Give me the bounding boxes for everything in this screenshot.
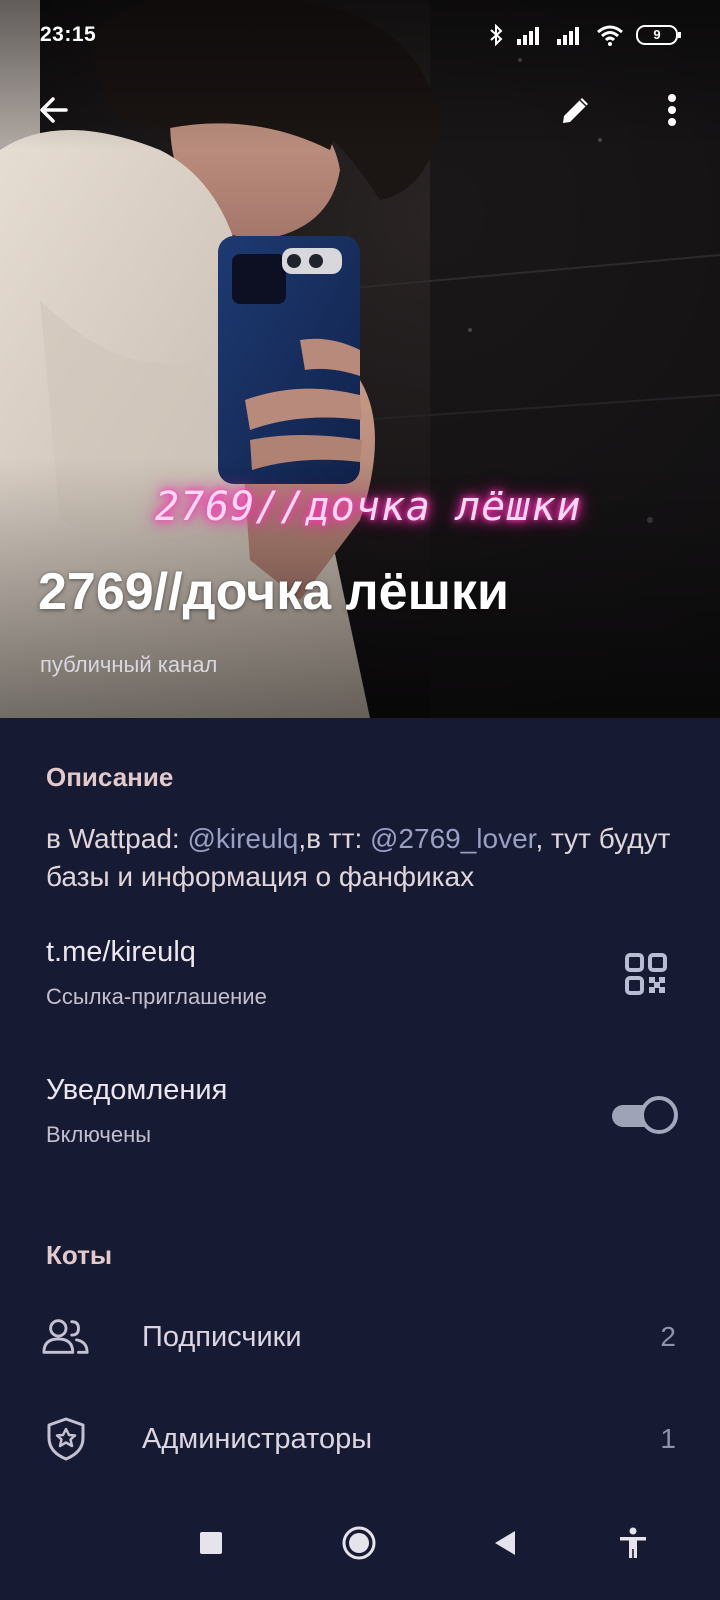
channel-description: в Wattpad: @kireulq,в тт: @2769_lover, т… xyxy=(46,820,686,896)
more-options-button[interactable] xyxy=(648,88,696,136)
pencil-icon xyxy=(559,93,593,132)
bluetooth-icon xyxy=(488,24,504,46)
signal-icon xyxy=(556,25,584,45)
notifications-toggle[interactable] xyxy=(610,1096,678,1136)
channel-header-photo[interactable]: 23:15 9 2769//дочка лёшки 2769//дочка лё… xyxy=(0,0,720,718)
battery-icon: 9 xyxy=(636,24,682,46)
home-circle-icon xyxy=(341,1525,377,1566)
status-time: 23:15 xyxy=(40,23,97,46)
status-bar: 23:15 9 xyxy=(0,0,720,70)
subscribers-count: 2 xyxy=(660,1321,676,1352)
home-button[interactable] xyxy=(334,1520,384,1570)
status-icons: 9 xyxy=(488,24,682,46)
invite-link[interactable]: t.me/kireulq xyxy=(46,936,196,969)
people-icon xyxy=(42,1313,90,1361)
notifications-status: Включены xyxy=(46,1122,152,1147)
admin-shield-icon xyxy=(42,1415,90,1463)
qr-code-icon xyxy=(624,953,668,1000)
administrators-label: Администраторы xyxy=(142,1422,373,1455)
toggle-knob xyxy=(640,1096,678,1134)
notifications-label: Уведомления xyxy=(46,1074,228,1106)
more-vertical-icon xyxy=(666,92,678,133)
channel-title: 2769//дочка лёшки xyxy=(38,563,509,621)
battery-level: 9 xyxy=(653,27,661,42)
channel-info-panel: Описание в Wattpad: @kireulq,в тт: @2769… xyxy=(0,718,720,1600)
administrators-count: 1 xyxy=(660,1423,676,1454)
system-navigation-bar xyxy=(0,1490,720,1600)
mention-link[interactable]: @kireulq xyxy=(187,823,298,854)
edit-button[interactable] xyxy=(552,88,600,136)
invite-link-caption: Ссылка-приглашение xyxy=(46,984,267,1009)
back-button[interactable] xyxy=(30,88,78,136)
description-text: в Wattpad: xyxy=(46,823,188,854)
subscribers-row[interactable]: Подписчики 2 xyxy=(0,1292,720,1382)
recents-button[interactable] xyxy=(186,1520,236,1570)
image-caption-text: 2769//дочка лёшки xyxy=(155,484,582,530)
accessibility-button[interactable] xyxy=(608,1520,658,1570)
qr-code-button[interactable] xyxy=(624,952,668,996)
description-text: ,в тт: xyxy=(298,823,370,854)
wifi-icon xyxy=(596,24,624,46)
members-heading: Коты xyxy=(46,1240,113,1270)
administrators-row[interactable]: Администраторы 1 xyxy=(0,1394,720,1484)
mention-link[interactable]: @2769_lover xyxy=(370,823,535,854)
signal-icon xyxy=(516,25,544,45)
recents-square-icon xyxy=(199,1531,223,1560)
channel-type: публичный канал xyxy=(40,652,218,677)
description-heading: Описание xyxy=(46,762,174,792)
subscribers-label: Подписчики xyxy=(142,1320,302,1353)
system-back-button[interactable] xyxy=(480,1520,530,1570)
accessibility-icon xyxy=(618,1527,648,1564)
arrow-left-icon xyxy=(36,92,72,133)
back-triangle-icon xyxy=(493,1529,517,1562)
